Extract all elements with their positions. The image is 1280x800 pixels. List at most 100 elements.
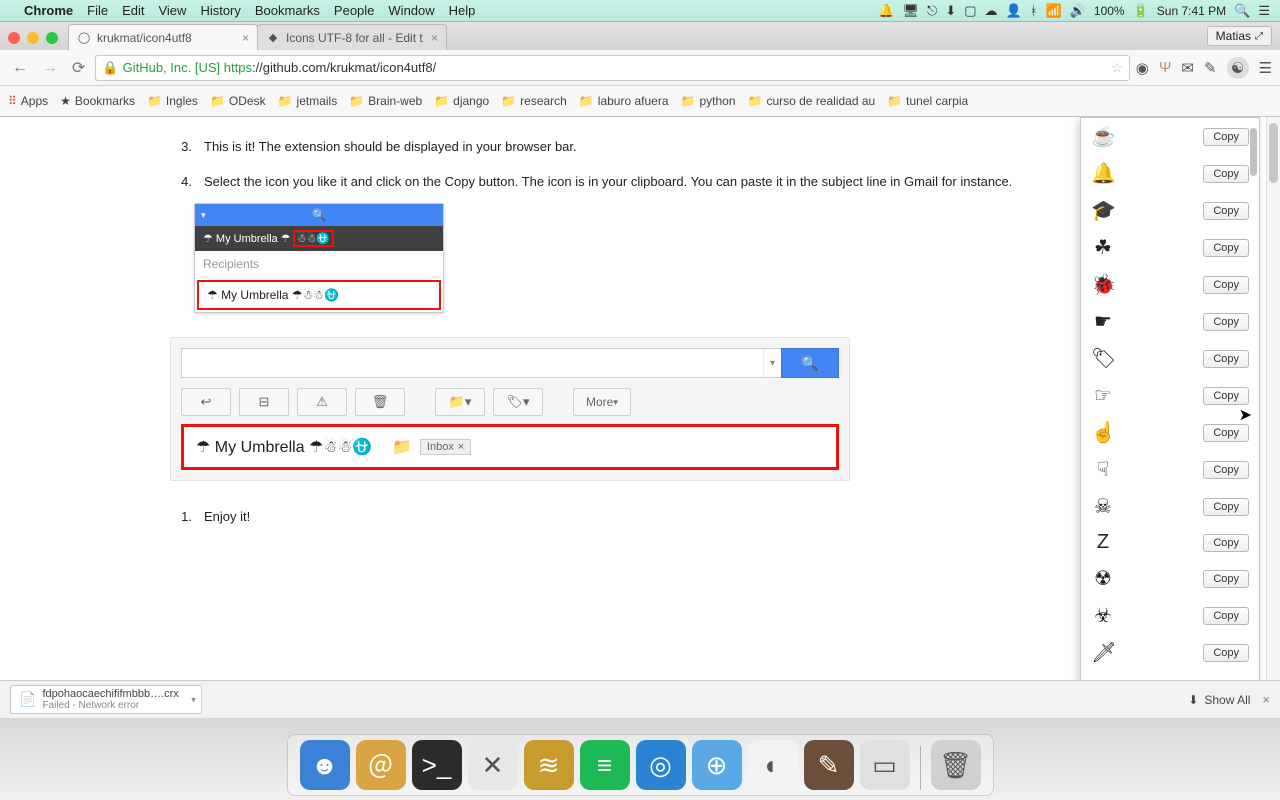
menubar-file[interactable]: File bbox=[87, 3, 108, 18]
dropbox-icon[interactable]: ⬇ bbox=[945, 3, 956, 19]
close-tab-icon[interactable]: × bbox=[242, 31, 249, 45]
dock-app[interactable]: ▭ bbox=[860, 740, 910, 790]
cloud-icon[interactable]: ☁ bbox=[985, 3, 998, 19]
show-all-downloads[interactable]: ⬇ Show All bbox=[1188, 693, 1250, 707]
step-number: 1. bbox=[170, 509, 192, 524]
close-window-icon[interactable] bbox=[8, 32, 20, 44]
battery-menu-icon[interactable]: ▢ bbox=[964, 3, 976, 19]
display-icon[interactable]: 🖥 bbox=[903, 3, 920, 19]
bookmark-apps[interactable]: ⠿Apps bbox=[8, 94, 48, 108]
chevron-down-icon[interactable]: ▾ bbox=[191, 694, 196, 705]
copy-button[interactable]: Copy bbox=[1203, 276, 1249, 294]
extension-scrollbar[interactable] bbox=[1250, 128, 1257, 176]
dock-app[interactable]: ◐ bbox=[748, 740, 798, 790]
mail-icon[interactable]: ✉ bbox=[1181, 59, 1194, 77]
brush-icon[interactable]: ✎ bbox=[1204, 59, 1217, 77]
menubar-history[interactable]: History bbox=[200, 3, 240, 18]
hamburger-icon[interactable]: ☰ bbox=[1259, 59, 1272, 77]
copy-button[interactable]: Copy bbox=[1203, 128, 1249, 146]
copy-button[interactable]: Copy bbox=[1203, 534, 1249, 552]
close-downloads-icon[interactable]: × bbox=[1262, 692, 1270, 707]
download-filename: fdpohaocaechififmbbb….crx bbox=[42, 688, 178, 700]
zoom-window-icon[interactable] bbox=[46, 32, 58, 44]
dock-app[interactable]: ✕ bbox=[468, 740, 518, 790]
bookmark-folder[interactable]: 📁laburo afuera bbox=[579, 94, 669, 108]
bookmark-folder[interactable]: 📁research bbox=[501, 94, 567, 108]
menubar-help[interactable]: Help bbox=[449, 3, 476, 18]
scrollbar[interactable] bbox=[1266, 117, 1280, 680]
close-tab-icon[interactable]: × bbox=[431, 31, 438, 45]
bookmark-folder[interactable]: 📁python bbox=[681, 94, 736, 108]
copy-button[interactable]: Copy bbox=[1203, 461, 1249, 479]
menubar-bookmarks[interactable]: Bookmarks bbox=[255, 3, 320, 18]
menubar-edit[interactable]: Edit bbox=[122, 3, 144, 18]
extension-row: 🔔 Copy bbox=[1081, 155, 1259, 192]
dock-app[interactable]: ☻ bbox=[300, 740, 350, 790]
copy-button[interactable]: Copy bbox=[1203, 313, 1249, 331]
copy-button[interactable]: Copy bbox=[1203, 607, 1249, 625]
minimize-window-icon[interactable] bbox=[27, 32, 39, 44]
dock-separator bbox=[920, 746, 921, 790]
bookmark-folder[interactable]: 📁ODesk bbox=[210, 94, 266, 108]
bookmark-folder[interactable]: 📁Brain-web bbox=[349, 94, 422, 108]
cursor-icon: ➤ bbox=[1239, 405, 1252, 425]
battery-icon[interactable]: 🔋 bbox=[1133, 3, 1149, 19]
glyph-icon: 🔔 bbox=[1091, 161, 1115, 186]
menubar-appname[interactable]: Chrome bbox=[24, 3, 73, 18]
copy-button[interactable]: Copy bbox=[1203, 350, 1249, 368]
copy-button[interactable]: Copy bbox=[1203, 202, 1249, 220]
dock-app[interactable]: ✎ bbox=[804, 740, 854, 790]
extension-icon[interactable]: ◉ bbox=[1136, 59, 1149, 77]
scrollbar-thumb[interactable] bbox=[1269, 123, 1278, 183]
copy-button[interactable]: Copy bbox=[1203, 239, 1249, 257]
spotlight-icon[interactable]: 🔍 bbox=[1234, 3, 1250, 19]
bookmark-folder[interactable]: 📁jetmails bbox=[278, 94, 338, 108]
menu-icon[interactable]: ☰ bbox=[1258, 3, 1270, 19]
menubar-clock[interactable]: Sun 7:41 PM bbox=[1157, 4, 1226, 18]
menubar-view[interactable]: View bbox=[158, 3, 186, 18]
bookmark-star-icon[interactable]: ☆ bbox=[1111, 60, 1123, 76]
copy-button[interactable]: Copy bbox=[1203, 165, 1249, 183]
extension-icon[interactable]: Ψ bbox=[1159, 59, 1172, 76]
dock-app[interactable]: 🗑 bbox=[931, 740, 981, 790]
copy-button[interactable]: Copy bbox=[1203, 387, 1249, 405]
copy-button[interactable]: Copy bbox=[1203, 644, 1249, 662]
wifi-icon[interactable]: 📶 bbox=[1046, 3, 1062, 19]
battery-percent[interactable]: 100% bbox=[1094, 4, 1125, 18]
tab-webstore[interactable]: ◆ Icons UTF-8 for all - Edit t × bbox=[257, 24, 447, 50]
copy-button[interactable]: Copy bbox=[1203, 570, 1249, 588]
download-item[interactable]: 📄 fdpohaocaechififmbbb….crx Failed - Net… bbox=[10, 685, 202, 714]
bookmark-bookmarks[interactable]: ★Bookmarks bbox=[60, 94, 135, 108]
dock-app[interactable]: ≋ bbox=[524, 740, 574, 790]
user-icon[interactable]: 👤 bbox=[1006, 3, 1022, 19]
dock-app[interactable]: ⊕ bbox=[692, 740, 742, 790]
menubar-people[interactable]: People bbox=[334, 3, 374, 18]
omnibox-secure: GitHub, Inc. [US] bbox=[123, 60, 221, 75]
notification-icon[interactable]: 🔔 bbox=[878, 3, 894, 19]
copy-button[interactable]: Copy bbox=[1203, 424, 1249, 442]
expand-icon: ⤢ bbox=[1255, 31, 1263, 42]
volume-icon[interactable]: 🔊 bbox=[1070, 3, 1086, 19]
bluetooth-icon[interactable]: ᚼ bbox=[1030, 3, 1038, 18]
bookmark-folder[interactable]: 📁tunel carpia bbox=[887, 94, 968, 108]
dock-app[interactable]: >_ bbox=[412, 740, 462, 790]
back-button[interactable]: ← bbox=[8, 57, 32, 79]
bookmark-folder[interactable]: 📁Ingles bbox=[147, 94, 198, 108]
tab-github[interactable]: ◯ krukmat/icon4utf8 × bbox=[68, 24, 258, 50]
bookmark-folder[interactable]: 📁django bbox=[434, 94, 489, 108]
extension-row: ☠Copy bbox=[1081, 488, 1259, 525]
dock-app[interactable]: ◎ bbox=[636, 740, 686, 790]
chrome-profile-button[interactable]: Matias ⤢ bbox=[1207, 26, 1272, 46]
copy-button[interactable]: Copy bbox=[1203, 498, 1249, 516]
extension-row: ☣Copy bbox=[1081, 597, 1259, 634]
sync-icon[interactable]: ⎋ bbox=[927, 3, 937, 19]
reload-button[interactable]: ⟳ bbox=[68, 56, 89, 80]
window-controls[interactable] bbox=[8, 32, 58, 50]
icon4utf8-extension-icon[interactable]: ☯ bbox=[1227, 57, 1249, 79]
dock-app[interactable]: ≡ bbox=[580, 740, 630, 790]
bookmark-folder[interactable]: 📁curso de realidad au bbox=[748, 94, 876, 108]
glyph-icon: ☟ bbox=[1091, 457, 1115, 482]
menubar-window[interactable]: Window bbox=[388, 3, 434, 18]
dock-app[interactable]: ＠ bbox=[356, 740, 406, 790]
omnibox[interactable]: 🔒 GitHub, Inc. [US] https ://github.com/… bbox=[95, 55, 1129, 81]
